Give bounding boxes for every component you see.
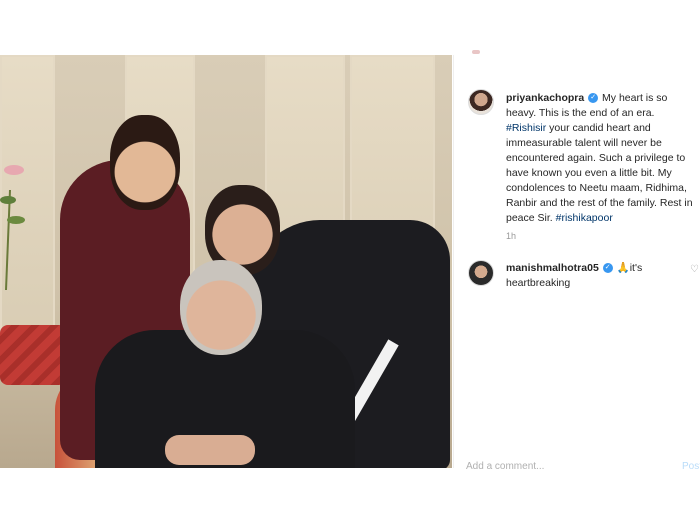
comment-username[interactable]: priyankachopra [506,92,584,104]
hashtag-link[interactable]: #Rishisir [506,122,546,134]
comment-username[interactable]: manishmalhotra05 [506,262,599,274]
post-button[interactable]: Post [682,461,700,472]
instagram-post: priyankachopra ✓ My heart is so heavy. T… [0,55,700,472]
verified-badge-icon: ✓ [588,93,599,104]
comment-timestamp[interactable]: 1h [506,231,516,241]
plant-decoration [0,165,25,290]
heart-icon[interactable]: ♡ [690,264,699,275]
add-comment-input[interactable]: Add a comment... [466,461,544,472]
list-item: manishmalhotra05 ✓ 🙏it's heartbreaking [506,262,643,289]
top-indicator [472,50,480,54]
avatar[interactable] [468,89,494,115]
comments-panel: priyankachopra ✓ My heart is so heavy. T… [453,55,700,472]
verified-badge-icon: ✓ [602,263,613,274]
post-photo[interactable] [0,55,452,468]
avatar[interactable] [468,260,494,286]
caption-comment: priyankachopra ✓ My heart is so heavy. T… [506,92,693,224]
hashtag-link[interactable]: #rishikapoor [556,212,613,224]
praying-hands-icon: 🙏 [616,262,630,274]
